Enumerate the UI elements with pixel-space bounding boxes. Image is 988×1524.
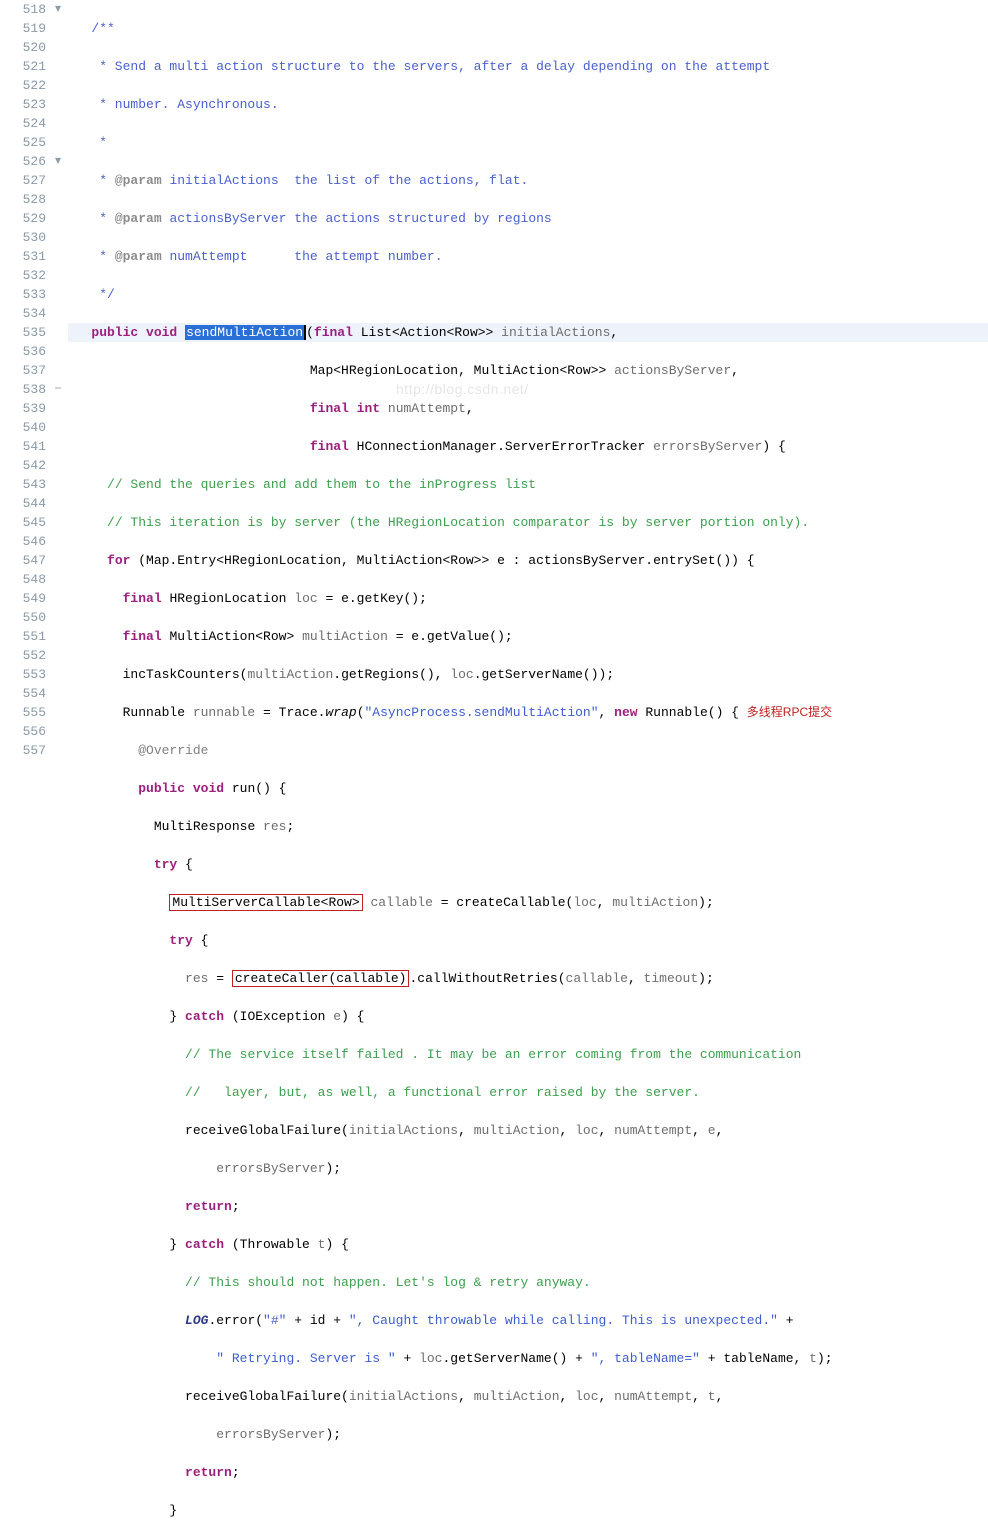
line-number: 533: [0, 285, 46, 304]
line-number: 524: [0, 114, 46, 133]
keyword: void: [146, 325, 177, 340]
line-number-gutter: 5185195205215225235245255265275285295305…: [0, 0, 52, 1524]
line-number: 519: [0, 19, 46, 38]
line-number: 541: [0, 437, 46, 456]
chinese-annotation: 多线程RPC提交: [747, 705, 832, 719]
fold-column: ▾ ▾ −: [52, 0, 64, 1524]
line-number: 543: [0, 475, 46, 494]
javadoc: *: [68, 135, 107, 150]
line-number: 539: [0, 399, 46, 418]
javadoc: /**: [68, 21, 115, 36]
line-number: 550: [0, 608, 46, 627]
line-number: 557: [0, 741, 46, 760]
comment: // This iteration is by server (the HReg…: [107, 515, 809, 530]
line-number: 520: [0, 38, 46, 57]
line-number: 532: [0, 266, 46, 285]
line-number: 531: [0, 247, 46, 266]
line-number: 535: [0, 323, 46, 342]
javadoc: * @param numAttempt the attempt number.: [68, 249, 443, 264]
line-number: 530: [0, 228, 46, 247]
line-number: 549: [0, 589, 46, 608]
line-number: 551: [0, 627, 46, 646]
line-number: 536: [0, 342, 46, 361]
keyword: public: [91, 325, 138, 340]
code-area[interactable]: /** * Send a multi action structure to t…: [64, 0, 988, 1524]
selected-method-name: sendMultiAction: [185, 325, 304, 340]
javadoc: * Send a multi action structure to the s…: [68, 59, 770, 74]
line-number: 525: [0, 133, 46, 152]
static-ref: LOG: [185, 1313, 208, 1328]
highlighted-type-box: MultiServerCallable<Row>: [169, 894, 362, 911]
line-number: 526: [0, 152, 46, 171]
line-number: 545: [0, 513, 46, 532]
comment: // Send the queries and add them to the …: [107, 477, 536, 492]
line-number: 529: [0, 209, 46, 228]
current-line: public void sendMultiAction(final List<A…: [68, 323, 988, 342]
annotation: @Override: [138, 743, 208, 758]
highlighted-call-box: createCaller(callable): [232, 970, 410, 987]
javadoc: */: [68, 287, 115, 302]
line-number: 548: [0, 570, 46, 589]
line-number: 523: [0, 95, 46, 114]
line-number: 544: [0, 494, 46, 513]
line-number: 534: [0, 304, 46, 323]
javadoc: * @param initialActions the list of the …: [68, 173, 528, 188]
line-number: 527: [0, 171, 46, 190]
line-number: 554: [0, 684, 46, 703]
line-number: 553: [0, 665, 46, 684]
line-number: 528: [0, 190, 46, 209]
javadoc: * number. Asynchronous.: [68, 97, 279, 112]
line-number: 537: [0, 361, 46, 380]
line-number: 547: [0, 551, 46, 570]
line-number: 555: [0, 703, 46, 722]
line-number: 522: [0, 76, 46, 95]
line-number: 540: [0, 418, 46, 437]
line-number: 538: [0, 380, 46, 399]
javadoc: * @param actionsByServer the actions str…: [68, 211, 552, 226]
line-number: 556: [0, 722, 46, 741]
line-number: 521: [0, 57, 46, 76]
line-number: 518: [0, 0, 46, 19]
code-editor[interactable]: 5185195205215225235245255265275285295305…: [0, 0, 988, 1524]
line-number: 542: [0, 456, 46, 475]
line-number: 552: [0, 646, 46, 665]
line-number: 546: [0, 532, 46, 551]
